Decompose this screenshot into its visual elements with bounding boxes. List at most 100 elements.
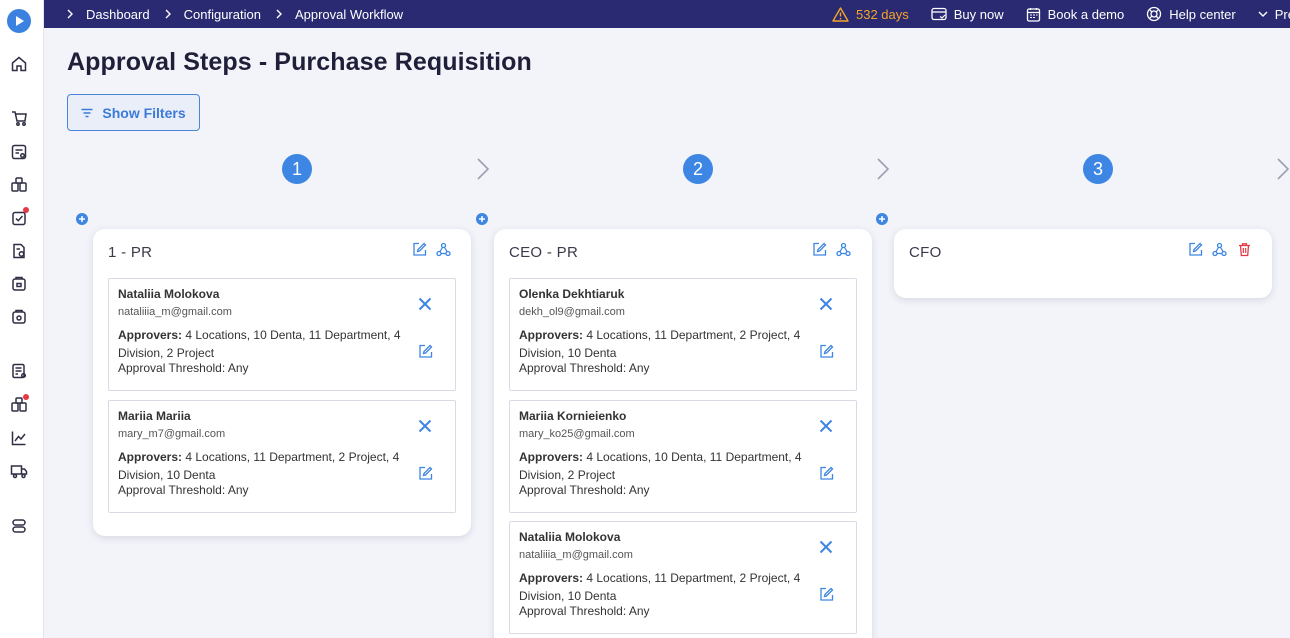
threshold-value: Any <box>628 483 650 497</box>
approver-email: mary_m7@gmail.com <box>118 428 226 440</box>
help-center-link[interactable]: Help center <box>1146 6 1236 22</box>
edit-step-icon[interactable] <box>412 242 427 257</box>
page-title: Approval Steps - Purchase Requisition <box>67 48 532 76</box>
approver-name: Nataliia Molokova <box>118 287 220 301</box>
approvers-label: Approvers: <box>519 571 584 585</box>
step-title: 1 - PR <box>108 244 153 261</box>
invoice-icon[interactable] <box>10 242 28 260</box>
workflow-icon[interactable] <box>436 242 451 257</box>
edit-approver-icon[interactable] <box>819 587 834 602</box>
suppliers-icon[interactable] <box>10 394 29 414</box>
remove-approver-icon[interactable] <box>817 417 835 435</box>
add-step-button[interactable] <box>76 213 88 225</box>
top-navigation-bar: Dashboard Configuration Approval Workflo… <box>44 0 1290 28</box>
approval-threshold: Approval Threshold: Any <box>118 483 249 497</box>
notification-dot <box>23 207 29 213</box>
approver-name: Mariia Kornieienko <box>519 409 627 423</box>
home-icon[interactable] <box>10 55 28 73</box>
edit-approver-icon[interactable] <box>819 344 834 359</box>
chevron-down-icon <box>1258 11 1268 17</box>
step-number-1: 1 <box>282 154 312 184</box>
breadcrumb-dashboard[interactable]: Dashboard <box>86 7 150 22</box>
edit-step-icon[interactable] <box>1188 242 1203 257</box>
approval-step-panel: CFO <box>894 229 1272 298</box>
trial-days-indicator[interactable]: 532 days <box>832 7 909 22</box>
settings-icon[interactable] <box>10 517 28 535</box>
warning-icon <box>832 6 849 22</box>
threshold-label: Approval Threshold: <box>118 361 228 375</box>
chevron-right-icon <box>477 158 490 180</box>
trial-days-text: 532 days <box>856 6 909 22</box>
add-step-button[interactable] <box>876 213 888 225</box>
notification-dot <box>23 394 29 400</box>
threshold-label: Approval Threshold: <box>118 483 228 497</box>
edit-approver-icon[interactable] <box>819 466 834 481</box>
workflow-icon[interactable] <box>1212 242 1227 257</box>
receiving-icon[interactable] <box>10 308 28 326</box>
delete-step-icon[interactable] <box>1237 242 1252 257</box>
sidebar <box>0 0 44 638</box>
approval-threshold: Approval Threshold: Any <box>519 604 650 618</box>
approvers-list: Approvers: 4 Locations, 10 Denta, 11 Dep… <box>519 448 807 484</box>
breadcrumb-configuration[interactable]: Configuration <box>184 7 261 22</box>
approvers-list: Approvers: 4 Locations, 10 Denta, 11 Dep… <box>118 326 406 362</box>
buy-now-link[interactable]: Buy now <box>931 7 1004 22</box>
remove-approver-icon[interactable] <box>416 295 434 313</box>
remove-approver-icon[interactable] <box>416 417 434 435</box>
profile-label: Pre <box>1274 6 1290 22</box>
book-demo-label: Book a demo <box>1047 6 1125 22</box>
plus-icon <box>79 216 85 222</box>
approvers-list: Approvers: 4 Locations, 11 Department, 2… <box>519 569 807 605</box>
approver-email: nataliiia_m@gmail.com <box>519 549 633 561</box>
reports-icon[interactable] <box>10 429 28 447</box>
approval-step-panel: 1 - PR Nataliia Molokova nataliiia_m@gma… <box>93 229 471 536</box>
approval-threshold: Approval Threshold: Any <box>519 361 650 375</box>
breadcrumb: Dashboard Configuration Approval Workflo… <box>44 7 417 22</box>
edit-step-icon[interactable] <box>812 242 827 257</box>
remove-approver-icon[interactable] <box>817 538 835 556</box>
show-filters-label: Show Filters <box>102 104 186 121</box>
chevron-right-icon <box>164 9 172 19</box>
threshold-value: Any <box>227 361 249 375</box>
approver-name: Mariia Mariia <box>118 409 191 423</box>
filter-icon <box>81 108 93 117</box>
purchase-cart-icon[interactable] <box>10 109 28 127</box>
approvers-label: Approvers: <box>519 328 584 342</box>
threshold-value: Any <box>628 361 650 375</box>
approval-threshold: Approval Threshold: Any <box>118 361 249 375</box>
book-demo-link[interactable]: Book a demo <box>1026 6 1125 22</box>
chevron-right-icon <box>1277 158 1290 180</box>
calendar-icon <box>1026 7 1040 22</box>
chevron-right-icon <box>275 9 283 19</box>
budget-icon[interactable] <box>10 362 28 380</box>
requisition-icon[interactable] <box>10 143 28 161</box>
threshold-label: Approval Threshold: <box>519 604 629 618</box>
breadcrumb-approval-workflow[interactable]: Approval Workflow <box>295 7 403 22</box>
plus-icon <box>479 216 485 222</box>
profile-menu[interactable]: Pre <box>1258 7 1290 22</box>
approval-step-panel: CEO - PR Olenka Dekhtiaruk dekh_ol9@gmai… <box>494 229 872 638</box>
step-title: CFO <box>909 244 942 261</box>
approver-card: Olenka Dekhtiaruk dekh_ol9@gmail.com App… <box>509 278 857 391</box>
inventory-icon[interactable] <box>10 275 28 293</box>
edit-approver-icon[interactable] <box>418 466 433 481</box>
chevron-right-icon <box>66 9 74 19</box>
orders-icon[interactable] <box>10 176 28 194</box>
approver-email: dekh_ol9@gmail.com <box>519 306 625 318</box>
approvers-list: Approvers: 4 Locations, 11 Department, 2… <box>118 448 406 484</box>
add-step-button[interactable] <box>476 213 488 225</box>
threshold-value: Any <box>227 483 249 497</box>
remove-approver-icon[interactable] <box>817 295 835 313</box>
buy-now-label: Buy now <box>953 6 1004 22</box>
plus-icon <box>879 216 885 222</box>
approvals-icon[interactable] <box>10 207 29 227</box>
approvers-list: Approvers: 4 Locations, 11 Department, 2… <box>519 326 807 362</box>
step-number-2: 2 <box>683 154 713 184</box>
step-number-3: 3 <box>1083 154 1113 184</box>
edit-approver-icon[interactable] <box>418 344 433 359</box>
delivery-icon[interactable] <box>10 462 28 480</box>
workflow-icon[interactable] <box>836 242 851 257</box>
logo-icon[interactable] <box>7 9 31 33</box>
approver-name: Olenka Dekhtiaruk <box>519 287 625 301</box>
show-filters-button[interactable]: Show Filters <box>67 94 200 131</box>
